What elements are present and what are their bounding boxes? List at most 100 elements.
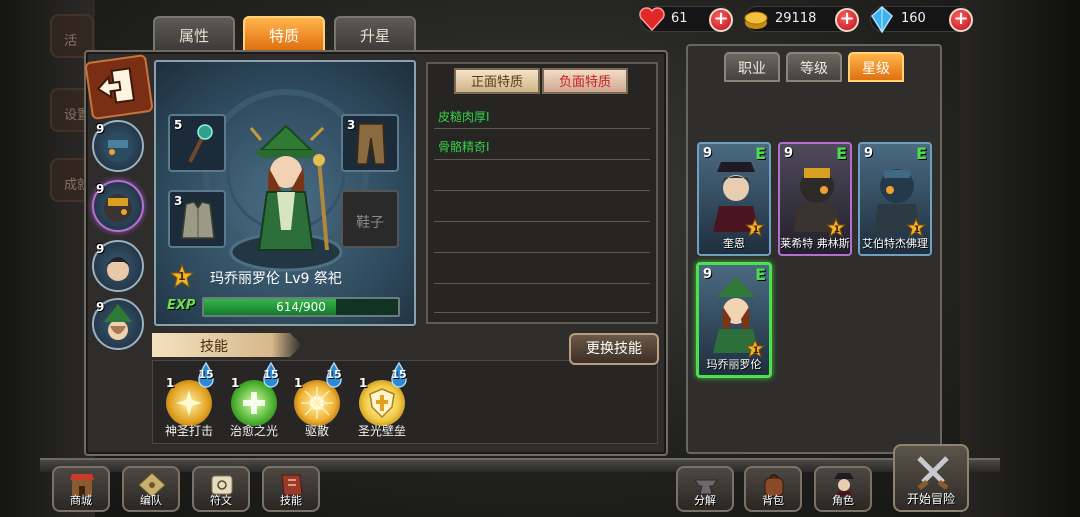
skill-cost: 15 — [261, 361, 281, 388]
hero-card-selected[interactable]: 9 E 1 玛乔丽罗伦 — [696, 262, 772, 378]
card-level: 9 — [703, 146, 713, 161]
tab-star-grade[interactable]: 星级 — [848, 52, 904, 82]
nav-label: 编队 — [140, 494, 162, 507]
skill-dispel[interactable]: 1 15 — [294, 361, 342, 426]
change-skill-button[interactable]: 更换技能 — [569, 333, 659, 365]
hero-card[interactable]: 9 E 1 艾伯特杰佛理 — [858, 142, 932, 256]
tab-traits[interactable]: 特质 — [243, 16, 325, 52]
skills-header: 技能 — [152, 333, 302, 357]
side-hero-level: 9 — [96, 122, 105, 136]
side-hero-slot[interactable]: 9 — [92, 240, 144, 292]
card-grade: E — [836, 144, 847, 163]
card-name: 奎恩 — [723, 237, 745, 250]
gold-coin-icon — [744, 11, 768, 29]
add-heart-button[interactable]: + — [709, 8, 733, 32]
game-screen: 活 设置 成就 61 + 29118 + 160 + 属性 特质 升星 9 9 — [0, 0, 1080, 517]
nav-character[interactable]: 角色 — [814, 466, 872, 512]
equipment-slot-armor[interactable]: 3 — [168, 190, 226, 248]
nav-runes[interactable]: 符文 — [192, 466, 250, 512]
card-star-count: 1 — [833, 225, 840, 235]
empty-slot-label: 鞋子 — [356, 215, 384, 231]
skill-cost: 15 — [196, 361, 216, 388]
nav-dismantle[interactable]: 分解 — [676, 466, 734, 512]
skill-name: 治愈之光 — [229, 424, 278, 438]
resource-crystal: 160 + — [870, 5, 973, 34]
hero-name: 玛乔丽罗伦 Lv9 祭祀 — [210, 271, 342, 287]
healing-light-icon — [243, 392, 265, 414]
skill-healing-light[interactable]: 1 15 — [231, 361, 279, 426]
equipment-slot-shoes[interactable]: 鞋子 — [341, 190, 399, 248]
nav-label: 背包 — [762, 494, 784, 507]
tab-attributes[interactable]: 属性 — [153, 16, 235, 52]
hero-character-figure — [249, 124, 329, 251]
tab-positive-traits[interactable]: 正面特质 — [454, 68, 540, 94]
equipment-slot-weapon[interactable]: 5 — [168, 114, 226, 172]
start-adventure-label: 开始冒险 — [906, 492, 955, 506]
trait-divider — [434, 252, 650, 253]
trait-item: 皮糙肉厚I — [438, 110, 490, 124]
equipment-slot-pants[interactable]: 3 — [341, 114, 399, 172]
skills-header-label: 技能 — [200, 339, 228, 355]
add-gold-button[interactable]: + — [835, 8, 859, 32]
tab-negative-traits[interactable]: 负面特质 — [542, 68, 628, 94]
start-adventure-button[interactable]: 开始冒险 — [893, 444, 969, 512]
hero-card[interactable]: 9 E 1 莱希特 弗林斯 — [778, 142, 852, 256]
card-level: 9 — [784, 146, 794, 161]
card-grade: E — [755, 265, 766, 284]
side-hero-slot[interactable]: 9 — [92, 120, 144, 172]
side-hero-slot[interactable]: 9 — [92, 298, 144, 350]
equipment-level: 3 — [174, 194, 183, 208]
hero-star-count: 1 — [178, 270, 186, 283]
tab-star-up[interactable]: 升星 — [334, 16, 416, 52]
nav-label: 分解 — [694, 494, 716, 507]
side-hero-slot[interactable]: 9 — [92, 180, 144, 232]
heart-count: 61 — [671, 11, 688, 26]
side-hero-level: 9 — [96, 300, 105, 314]
card-star-count: 1 — [752, 346, 759, 356]
nav-skills[interactable]: 技能 — [262, 466, 320, 512]
gold-count: 29118 — [775, 11, 817, 26]
nav-label: 技能 — [280, 494, 302, 507]
skill-holy-barrier[interactable]: 1 15 — [359, 361, 407, 426]
tab-level[interactable]: 等级 — [786, 52, 842, 82]
add-crystal-button[interactable]: + — [949, 8, 973, 32]
exp-label: EXP — [167, 298, 196, 313]
card-star-count: 1 — [913, 225, 920, 235]
nav-shop[interactable]: 商城 — [52, 466, 110, 512]
background-right — [960, 0, 1080, 517]
side-hero-level: 9 — [96, 182, 105, 196]
skill-level: 1 — [294, 376, 303, 390]
side-hero-level: 9 — [96, 242, 105, 256]
trait-item: 骨骼精奇I — [438, 140, 490, 154]
skill-cost: 15 — [324, 361, 344, 388]
skill-name: 圣光壁垒 — [357, 424, 406, 438]
skill-cost: 15 — [389, 361, 409, 388]
trait-divider — [434, 312, 650, 313]
trait-divider — [434, 221, 650, 222]
tab-class[interactable]: 职业 — [724, 52, 780, 82]
skill-cost-value: 15 — [263, 368, 279, 381]
skill-name: 驱散 — [304, 424, 329, 438]
nav-formation[interactable]: 编队 — [122, 466, 180, 512]
hero-card[interactable]: 9 E 1 奎恩 — [697, 142, 771, 256]
skill-level: 1 — [231, 376, 240, 390]
card-name: 莱希特 弗林斯 — [780, 237, 850, 250]
pants-icon — [356, 123, 386, 165]
dispel-icon — [301, 387, 333, 419]
skill-name: 神圣打击 — [164, 424, 213, 438]
trait-divider — [434, 283, 650, 284]
crystal-icon — [871, 5, 893, 34]
crystal-count: 160 — [901, 11, 926, 26]
nav-label: 角色 — [832, 494, 854, 507]
card-grade: E — [755, 144, 766, 163]
skill-holy-strike[interactable]: 1 15 — [166, 361, 214, 426]
trait-divider — [434, 190, 650, 191]
exit-button[interactable] — [84, 53, 154, 121]
nav-label: 商城 — [70, 494, 92, 507]
heart-icon — [639, 7, 665, 32]
resource-heart: 61 + — [639, 6, 733, 32]
equipment-level: 3 — [347, 118, 356, 132]
crossed-swords-icon — [917, 456, 949, 490]
nav-backpack[interactable]: 背包 — [744, 466, 802, 512]
skill-cost-value: 15 — [198, 368, 214, 381]
